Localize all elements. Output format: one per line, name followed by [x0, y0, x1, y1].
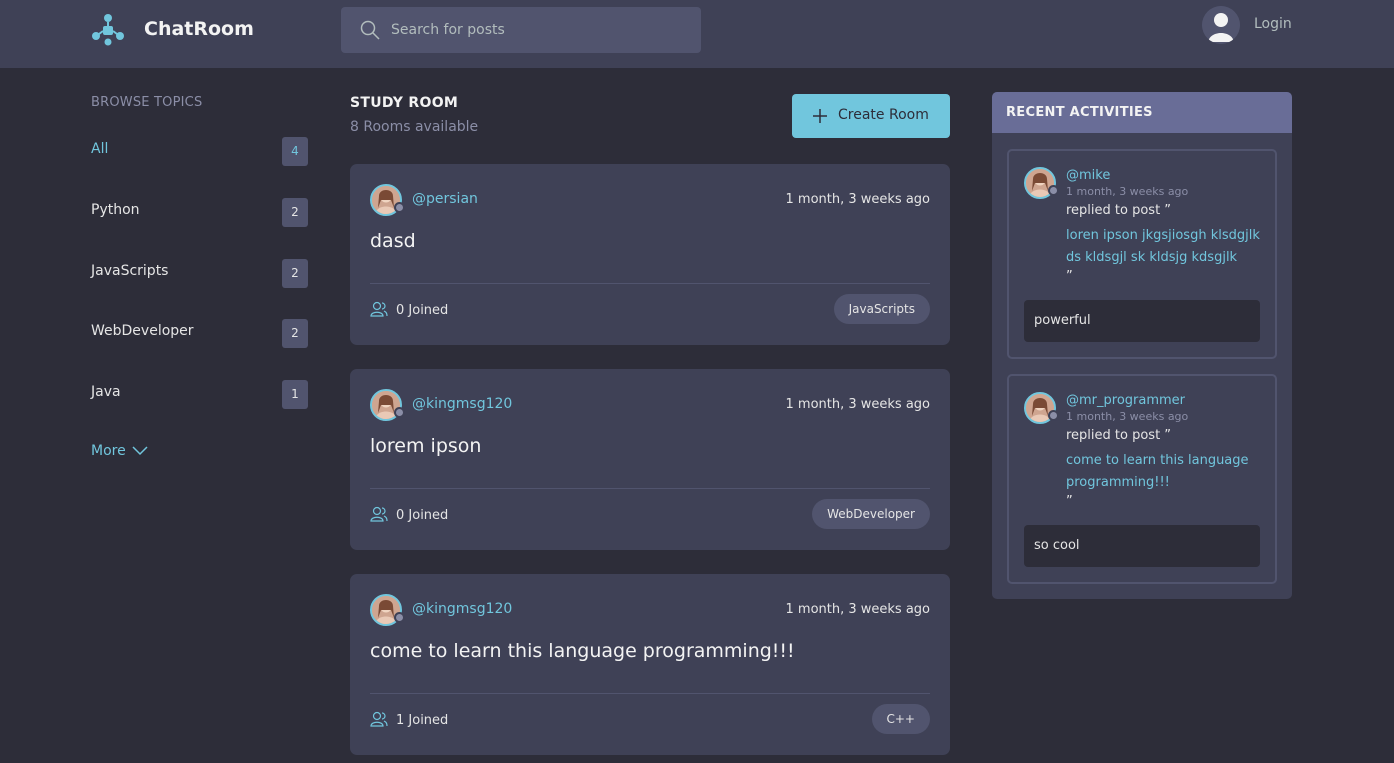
plus-icon — [813, 109, 827, 123]
search-input[interactable] — [391, 7, 691, 53]
activity-post-link[interactable]: come to learn this language programming!… — [1066, 450, 1266, 494]
room-host[interactable]: @persian — [412, 191, 478, 207]
activity-action: replied to post ” — [1066, 203, 1172, 218]
topic-count: 2 — [282, 259, 308, 288]
brand-name[interactable]: ChatRoom — [144, 18, 254, 40]
activity-post-link[interactable]: loren ipson jkgsjiosgh klsdgjlk ds kldsg… — [1066, 225, 1266, 269]
topic-item-javascripts[interactable]: JavaScripts 2 — [91, 259, 308, 289]
divider — [370, 488, 930, 489]
activity-time: 1 month, 3 weeks ago — [1066, 185, 1189, 198]
activity-reply: powerful — [1024, 300, 1260, 342]
topic-item-python[interactable]: Python 2 — [91, 198, 308, 228]
recent-activities-panel: RECENT ACTIVITIES @mike 1 month, 3 weeks… — [992, 92, 1292, 599]
joined-count: 0 Joined — [396, 303, 449, 318]
chevron-down-icon — [132, 446, 148, 456]
topic-label: All — [91, 141, 109, 157]
rooms-title: STUDY ROOM — [350, 95, 459, 111]
activity-item: @mike 1 month, 3 weeks ago replied to po… — [1007, 149, 1277, 359]
divider — [370, 693, 930, 694]
browse-topics-title: BROWSE TOPICS — [91, 95, 203, 110]
status-dot — [1048, 185, 1059, 196]
room-time: 1 month, 3 weeks ago — [785, 397, 931, 412]
topic-count: 2 — [282, 198, 308, 227]
topic-item-webdeveloper[interactable]: WebDeveloper 2 — [91, 319, 308, 349]
divider — [370, 283, 930, 284]
search-icon — [360, 20, 380, 40]
topic-label: Python — [91, 202, 140, 218]
room-name[interactable]: dasd — [370, 230, 416, 252]
room-name[interactable]: come to learn this language programming!… — [370, 640, 795, 662]
recent-activities-title: RECENT ACTIVITIES — [992, 92, 1292, 133]
activity-quote-end: ” — [1066, 269, 1073, 284]
room-time: 1 month, 3 weeks ago — [785, 602, 931, 617]
user-avatar-icon — [1202, 6, 1240, 44]
activity-user[interactable]: @mike — [1066, 168, 1110, 183]
activity-time: 1 month, 3 weeks ago — [1066, 410, 1189, 423]
topic-label: WebDeveloper — [91, 323, 194, 339]
activity-item: @mr_programmer 1 month, 3 weeks ago repl… — [1007, 374, 1277, 584]
topic-count: 1 — [282, 380, 308, 409]
topic-label: Java — [91, 384, 121, 400]
topic-item-java[interactable]: Java 1 — [91, 380, 308, 410]
room-joined: 1 Joined — [370, 711, 448, 728]
topic-label: JavaScripts — [91, 263, 169, 279]
more-topics-link[interactable]: More — [91, 443, 148, 459]
activity-action: replied to post ” — [1066, 428, 1172, 443]
activity-reply: so cool — [1024, 525, 1260, 567]
more-label: More — [91, 443, 126, 459]
status-dot — [394, 407, 405, 418]
user-avatar[interactable] — [1202, 6, 1240, 44]
users-icon — [370, 301, 388, 317]
status-dot — [394, 202, 405, 213]
room-card: @persian 1 month, 3 weeks ago dasd 0 Joi… — [350, 164, 950, 345]
room-topic-tag[interactable]: WebDeveloper — [812, 499, 930, 529]
room-host[interactable]: @kingmsg120 — [412, 396, 512, 412]
create-room-label: Create Room — [838, 107, 929, 123]
rooms-available: 8 Rooms available — [350, 119, 479, 135]
joined-count: 0 Joined — [396, 508, 449, 523]
activity-quote-end: ” — [1066, 494, 1073, 509]
room-topic-tag[interactable]: JavaScripts — [833, 294, 930, 324]
room-joined: 0 Joined — [370, 301, 448, 318]
joined-count: 1 Joined — [396, 713, 449, 728]
activity-user[interactable]: @mr_programmer — [1066, 393, 1185, 408]
create-room-button[interactable]: Create Room — [792, 94, 950, 138]
status-dot — [1048, 410, 1059, 421]
room-name[interactable]: lorem ipson — [370, 435, 481, 457]
users-icon — [370, 506, 388, 522]
chatroom-logo-icon[interactable] — [91, 13, 125, 47]
topic-count: 2 — [282, 319, 308, 348]
status-dot — [394, 612, 405, 623]
users-icon — [370, 711, 388, 727]
room-host[interactable]: @kingmsg120 — [412, 601, 512, 617]
topic-count: 4 — [282, 137, 308, 166]
room-card: @kingmsg120 1 month, 3 weeks ago come to… — [350, 574, 950, 755]
room-topic-tag[interactable]: C++ — [871, 704, 930, 734]
search-bar — [341, 7, 701, 53]
top-navbar: ChatRoom Login — [0, 0, 1394, 68]
login-link[interactable]: Login — [1254, 16, 1292, 32]
topic-item-all[interactable]: All 4 — [91, 137, 308, 167]
room-time: 1 month, 3 weeks ago — [785, 192, 931, 207]
room-card: @kingmsg120 1 month, 3 weeks ago lorem i… — [350, 369, 950, 550]
room-joined: 0 Joined — [370, 506, 448, 523]
